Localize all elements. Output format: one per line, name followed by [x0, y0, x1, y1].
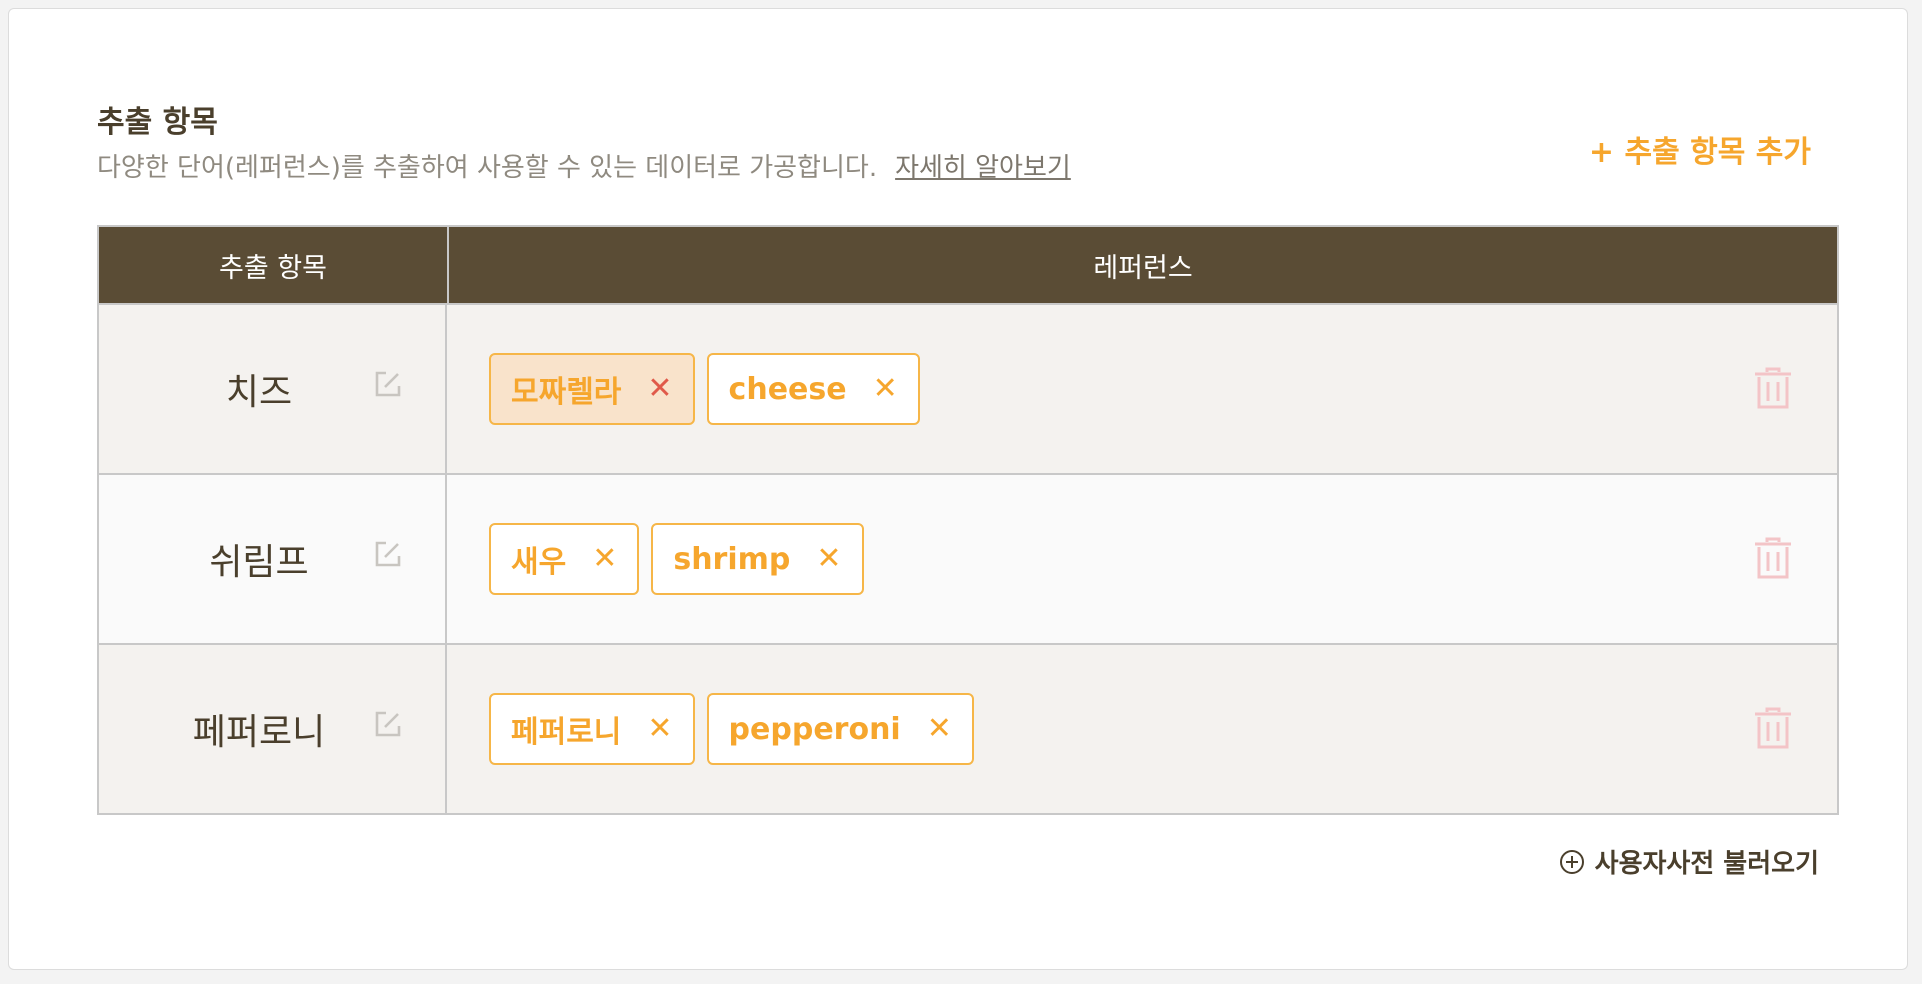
header-extraction-item: 추출 항목	[99, 227, 449, 303]
add-extraction-item-button[interactable]: + 추출 항목 추가	[1589, 127, 1811, 171]
section-description: 다양한 단어(레퍼런스)를 추출하여 사용할 수 있는 데이터로 가공합니다. 자…	[97, 147, 1071, 184]
edit-icon[interactable]	[373, 369, 403, 399]
table-row: 쉬림프 새우 ✕ shrimp ✕	[99, 473, 1837, 643]
trash-icon[interactable]	[1753, 707, 1793, 751]
reference-tag[interactable]: 페퍼로니 ✕	[489, 693, 695, 765]
table-row: 페퍼로니 페퍼로니 ✕ pepperoni ✕	[99, 643, 1837, 813]
edit-icon[interactable]	[373, 709, 403, 739]
tag-label: shrimp	[673, 541, 791, 577]
reference-cell: 페퍼로니 ✕ pepperoni ✕	[447, 645, 1837, 813]
tag-label: 새우	[511, 545, 567, 580]
close-icon[interactable]: ✕	[927, 714, 952, 744]
extraction-card: 추출 항목 다양한 단어(레퍼런스)를 추출하여 사용할 수 있는 데이터로 가…	[8, 8, 1908, 970]
close-icon[interactable]: ✕	[873, 374, 898, 404]
close-icon[interactable]: ✕	[592, 544, 617, 574]
load-user-dictionary-button[interactable]: 사용자사전 불러오기	[1559, 843, 1819, 880]
close-icon[interactable]: ✕	[816, 544, 841, 574]
reference-cell: 모짜렐라 ✕ cheese ✕	[447, 305, 1837, 473]
trash-icon[interactable]	[1753, 367, 1793, 411]
item-name: 치즈	[225, 372, 293, 413]
reference-tag[interactable]: pepperoni ✕	[706, 693, 974, 765]
reference-tag[interactable]: 새우 ✕	[489, 523, 640, 595]
reference-tag[interactable]: 모짜렐라 ✕	[489, 353, 695, 425]
close-icon[interactable]: ✕	[647, 374, 672, 404]
tag-label: 모짜렐라	[511, 375, 622, 410]
close-icon[interactable]: ✕	[647, 714, 672, 744]
section-title: 추출 항목	[97, 105, 218, 140]
user-dictionary-label: 사용자사전 불러오기	[1594, 849, 1819, 879]
item-name: 쉬림프	[209, 542, 309, 583]
tag-label: cheese	[728, 371, 847, 407]
description-text: 다양한 단어(레퍼런스)를 추출하여 사용할 수 있는 데이터로 가공합니다.	[97, 153, 878, 183]
extraction-table: 추출 항목 레퍼런스 치즈 모짜렐라 ✕ cheese ✕ 쉬림프 새우 ✕ s…	[97, 225, 1839, 815]
item-cell: 페퍼로니	[99, 645, 447, 813]
trash-icon[interactable]	[1753, 537, 1793, 581]
tag-label: 페퍼로니	[511, 715, 622, 750]
plus-circle-icon	[1559, 849, 1584, 874]
table-header: 추출 항목 레퍼런스	[99, 227, 1837, 303]
reference-cell: 새우 ✕ shrimp ✕	[447, 475, 1837, 643]
item-cell: 치즈	[99, 305, 447, 473]
tag-label: pepperoni	[728, 711, 901, 747]
header-reference: 레퍼런스	[1093, 252, 1193, 284]
item-name: 페퍼로니	[192, 712, 326, 753]
learn-more-link[interactable]: 자세히 알아보기	[895, 153, 1071, 183]
reference-tag[interactable]: cheese ✕	[706, 353, 920, 425]
item-cell: 쉬림프	[99, 475, 447, 643]
edit-icon[interactable]	[373, 539, 403, 569]
table-row: 치즈 모짜렐라 ✕ cheese ✕	[99, 303, 1837, 473]
reference-tag[interactable]: shrimp ✕	[651, 523, 864, 595]
